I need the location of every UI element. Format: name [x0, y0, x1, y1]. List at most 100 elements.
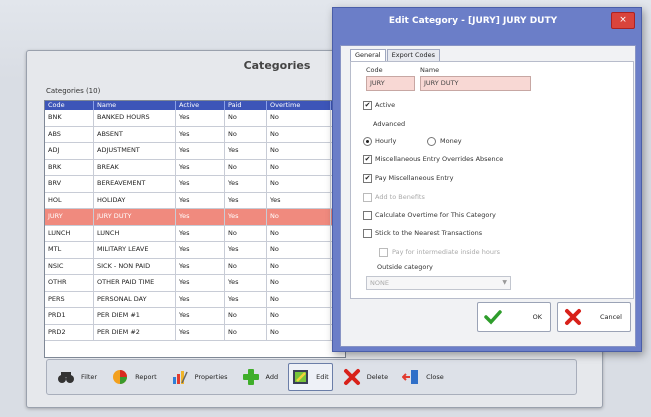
- table-cell: NSIC: [45, 258, 94, 274]
- table-row[interactable]: PRD1 PER DIEM #1 Yes No No: [45, 308, 345, 325]
- close-button[interactable]: Close: [398, 363, 448, 391]
- table-cell: No: [225, 159, 267, 175]
- table-cell: HOLIDAY: [94, 192, 176, 208]
- dialog-title: Edit Category - [JURY] JURY DUTY: [388, 16, 558, 26]
- hourly-label: Hourly: [375, 137, 397, 145]
- advanced-label: Advanced: [373, 120, 406, 128]
- checkmark-icon: [484, 308, 502, 326]
- table-cell: No: [225, 324, 267, 340]
- active-checkbox[interactable]: ✔: [363, 101, 372, 110]
- table-cell: Yes: [176, 258, 225, 274]
- table-cell: MILITARY LEAVE: [94, 242, 176, 258]
- table-row[interactable]: BNK BANKED HOURS Yes No No: [45, 110, 345, 127]
- tab-general[interactable]: General: [350, 49, 386, 61]
- tab-export-codes[interactable]: Export Codes: [386, 49, 440, 61]
- add-button[interactable]: Add: [238, 363, 283, 391]
- table-cell: No: [267, 275, 331, 291]
- table-cell: Yes: [267, 192, 331, 208]
- edit-icon: [292, 368, 310, 386]
- column-header[interactable]: Name: [94, 101, 176, 110]
- ok-button[interactable]: OK: [477, 302, 551, 332]
- table-cell: Yes: [176, 126, 225, 142]
- misc-override-checkbox[interactable]: ✔: [363, 155, 372, 164]
- table-cell: Yes: [176, 192, 225, 208]
- column-header[interactable]: Code: [45, 101, 94, 110]
- table-row[interactable]: ABS ABSENT Yes No No: [45, 126, 345, 143]
- table-cell: PER DIEM #2: [94, 324, 176, 340]
- report-label: Report: [135, 373, 157, 381]
- code-field[interactable]: JURY: [366, 76, 415, 91]
- table-cell: No: [267, 291, 331, 307]
- add-benefits-label: Add to Benefits: [375, 193, 425, 201]
- column-header[interactable]: Overtime: [267, 101, 331, 110]
- table-row[interactable]: PERS PERSONAL DAY Yes Yes No: [45, 291, 345, 308]
- table-row[interactable]: ADJ ADJUSTMENT Yes Yes No: [45, 143, 345, 160]
- grid-header: Code Name Active Paid Overtime: [45, 101, 345, 110]
- table-cell: PER DIEM #1: [94, 308, 176, 324]
- toolbar: Filter Report Properties Add Edit Delete…: [46, 359, 577, 395]
- outside-category-select[interactable]: NONE ▼: [366, 276, 511, 290]
- filter-button[interactable]: Filter: [53, 363, 101, 391]
- table-row[interactable]: NSIC SICK - NON PAID Yes No No: [45, 258, 345, 275]
- money-radio[interactable]: [427, 137, 436, 146]
- table-cell: No: [267, 324, 331, 340]
- table-cell: SICK - NON PAID: [94, 258, 176, 274]
- table-cell: Yes: [225, 291, 267, 307]
- table-cell: ADJ: [45, 143, 94, 159]
- table-cell: No: [267, 126, 331, 142]
- table-row[interactable]: JURY JURY DUTY Yes Yes No: [45, 209, 345, 226]
- properties-button[interactable]: Properties: [167, 363, 232, 391]
- table-row[interactable]: OTHR OTHER PAID TIME Yes Yes No: [45, 275, 345, 292]
- table-cell: PRD2: [45, 324, 94, 340]
- categories-grid[interactable]: Code Name Active Paid Overtime BNK BANKED HOU…: [44, 100, 346, 358]
- close-icon[interactable]: ×: [611, 12, 635, 29]
- dialog-tabs: General Export Codes: [350, 49, 441, 61]
- table-row[interactable]: PRD2 PER DIEM #2 Yes No No: [45, 324, 345, 341]
- binoculars-icon: [57, 368, 75, 386]
- edit-button[interactable]: Edit: [288, 363, 333, 391]
- chevron-down-icon: ▼: [502, 279, 507, 286]
- table-cell: Yes: [225, 209, 267, 225]
- table-cell: ABS: [45, 126, 94, 142]
- stick-nearest-checkbox[interactable]: [363, 229, 372, 238]
- table-cell: JURY: [45, 209, 94, 225]
- calc-overtime-checkbox[interactable]: [363, 211, 372, 220]
- table-cell: BRV: [45, 176, 94, 192]
- delete-button[interactable]: Delete: [339, 363, 392, 391]
- table-cell: No: [267, 176, 331, 192]
- exit-door-icon: [401, 368, 420, 386]
- table-row[interactable]: LUNCH LUNCH Yes No No: [45, 225, 345, 242]
- pay-intermediate-checkbox[interactable]: [379, 248, 388, 257]
- hourly-radio[interactable]: [363, 137, 372, 146]
- ok-label: OK: [532, 313, 542, 321]
- table-row[interactable]: BRK BREAK Yes No No: [45, 159, 345, 176]
- table-cell: Yes: [225, 176, 267, 192]
- cancel-x-icon: [564, 308, 582, 326]
- stick-nearest-label: Stick to the Nearest Transactions: [375, 229, 483, 237]
- table-row[interactable]: MTL MILITARY LEAVE Yes Yes No: [45, 242, 345, 259]
- table-cell: Yes: [176, 143, 225, 159]
- name-field[interactable]: JURY DUTY: [420, 76, 531, 91]
- table-cell: No: [225, 308, 267, 324]
- pay-misc-checkbox[interactable]: ✔: [363, 174, 372, 183]
- cancel-button[interactable]: Cancel: [557, 302, 631, 332]
- column-header[interactable]: Active: [176, 101, 225, 110]
- table-cell: No: [225, 225, 267, 241]
- column-header[interactable]: Paid: [225, 101, 267, 110]
- table-row[interactable]: HOL HOLIDAY Yes Yes Yes: [45, 192, 345, 209]
- table-cell: Yes: [176, 176, 225, 192]
- outside-category-value: NONE: [370, 279, 389, 287]
- add-benefits-checkbox[interactable]: [363, 193, 372, 202]
- report-button[interactable]: Report: [107, 363, 161, 391]
- table-cell: Yes: [176, 209, 225, 225]
- table-row[interactable]: BRV BEREAVEMENT Yes Yes No: [45, 176, 345, 193]
- plus-icon: [242, 368, 260, 386]
- cancel-label: Cancel: [599, 313, 622, 321]
- table-cell: Yes: [176, 308, 225, 324]
- table-cell: No: [267, 110, 331, 126]
- table-cell: BANKED HOURS: [94, 110, 176, 126]
- table-cell: MTL: [45, 242, 94, 258]
- table-cell: PERSONAL DAY: [94, 291, 176, 307]
- table-cell: No: [267, 242, 331, 258]
- grid-body: BNK BANKED HOURS Yes No No ABS ABSENT Yes No No AD…: [45, 110, 345, 341]
